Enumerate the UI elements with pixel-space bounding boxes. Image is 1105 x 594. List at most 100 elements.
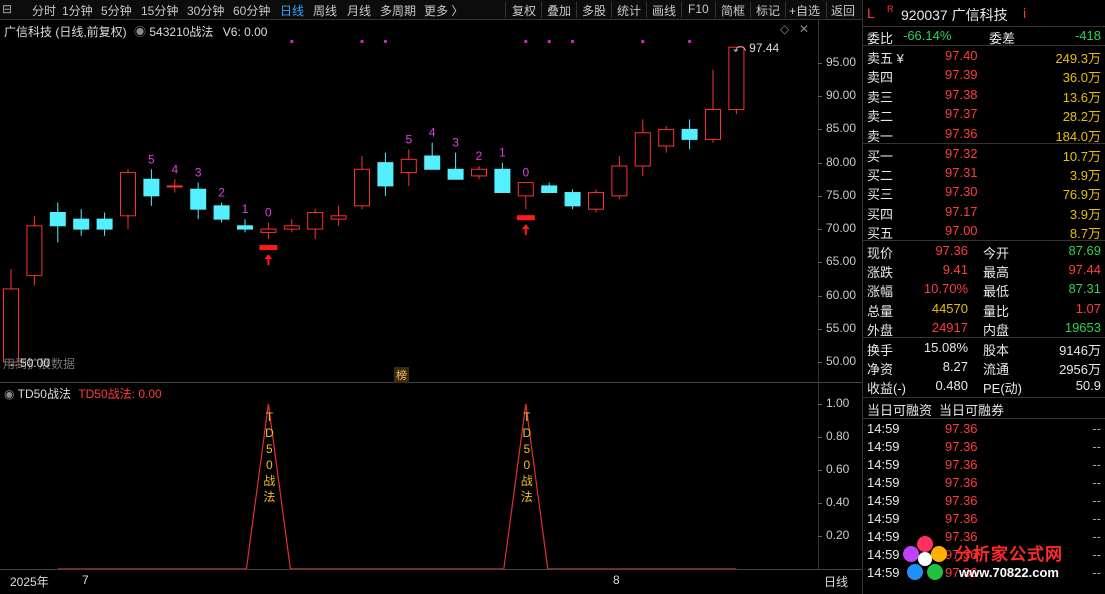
top-marker-dot	[383, 40, 387, 43]
right-marker-icon[interactable]: R	[887, 4, 894, 14]
tab-more[interactable]: 更多 〉	[424, 2, 463, 19]
bid-price: 97.32	[945, 146, 978, 161]
bid-row: 买二 97.31 3.9万	[867, 164, 1101, 184]
tab-5min[interactable]: 5分钟	[101, 2, 132, 19]
indicator-icon[interactable]: ◉	[4, 387, 14, 401]
month-8-label: 8	[613, 573, 620, 587]
left-arrow-icon[interactable]: L	[867, 5, 875, 21]
td-count-label: 0	[522, 166, 529, 180]
tick-mark	[818, 96, 822, 98]
panel-toggle-icon[interactable]: ⊟	[2, 2, 12, 16]
tick-mark	[818, 470, 822, 471]
ask-label: 卖二	[867, 109, 894, 125]
stat-value: 8.27	[942, 359, 968, 375]
stat-label: 换手	[867, 343, 894, 358]
rank-badge[interactable]: 榜	[394, 367, 409, 383]
multi-stock-button[interactable]: 多股	[582, 2, 606, 19]
td-count-label: 3	[452, 136, 459, 150]
mark-button[interactable]: 标记	[756, 2, 780, 19]
tab-1min[interactable]: 1分钟	[62, 2, 93, 19]
candle-body	[705, 108, 721, 140]
tick-mark	[818, 536, 822, 537]
tick-volume: --	[1092, 457, 1101, 472]
stat-value: 2956万	[1059, 362, 1101, 378]
stat-value: 0.480	[935, 378, 968, 394]
info-icon[interactable]: i	[1023, 5, 1026, 21]
bid-label: 买二	[867, 168, 894, 184]
quote-row: 涨跌 9.41 最高 97.44	[867, 261, 1101, 280]
td-count-label: 4	[171, 162, 178, 176]
tick-volume: --	[1092, 511, 1101, 526]
f10-button[interactable]: F10	[688, 2, 709, 16]
tab-60min[interactable]: 60分钟	[233, 2, 270, 19]
tab-fenshi[interactable]: 分时	[32, 2, 56, 19]
ask-label: 卖四	[867, 70, 894, 86]
buy-signal-bar	[259, 245, 278, 251]
td50-peak-text: 法	[263, 490, 275, 504]
quote-value: 10.70%	[923, 281, 968, 297]
tick-time: 14:59	[867, 439, 900, 454]
indicator-tick: 0.20	[826, 528, 850, 542]
td50-peak-text: 战	[263, 474, 275, 488]
ask-price: 97.37	[945, 106, 978, 122]
low-price-label: ←50.00	[8, 356, 51, 370]
ask-volume: 13.6万	[1062, 89, 1101, 105]
candlestick-chart[interactable]: 54 321 05 432 10TD50战法TD50战法	[0, 20, 818, 570]
td50-peak-text: 战	[521, 474, 533, 488]
tick-price: 97.36	[945, 511, 978, 526]
add-watchlist-button[interactable]: +自选	[789, 2, 820, 19]
price-tick: 85.00	[826, 121, 857, 136]
buy-signal-bar	[516, 215, 535, 221]
td-count-label: 5	[405, 132, 412, 146]
overlay-button[interactable]: 叠加	[547, 2, 571, 19]
quote-row: 外盘 24917 内盘 19653	[867, 319, 1101, 338]
candle-body	[634, 132, 651, 167]
back-button[interactable]: 返回	[831, 2, 855, 19]
candle-body	[3, 288, 19, 363]
td-count-label: 1	[499, 146, 506, 160]
indicator-title: ◉ TD50战法 TD50战法: 0.00	[4, 385, 162, 402]
top-marker-dot	[571, 40, 575, 43]
draw-line-button[interactable]: 画线	[652, 2, 676, 19]
tab-30min[interactable]: 30分钟	[187, 2, 224, 19]
stat-value: 15.08%	[923, 340, 968, 355]
bid-row: 买五 97.00 8.7万	[867, 222, 1101, 241]
tick-mark	[818, 503, 822, 504]
tick-mark	[818, 195, 822, 197]
td50-peak-text: 法	[521, 490, 533, 504]
bid-volume: 3.9万	[1069, 206, 1101, 222]
tab-monthly[interactable]: 月线	[347, 2, 371, 19]
tick-time: 14:59	[867, 565, 900, 580]
indicator-name[interactable]: TD50战法	[18, 387, 71, 401]
fuquan-button[interactable]: 复权	[512, 2, 536, 19]
quote-value: 87.31	[1068, 281, 1101, 297]
top-marker-dot	[524, 40, 528, 43]
tick-price: 97.36	[945, 475, 978, 490]
tick-time: 14:59	[867, 547, 900, 562]
price-tick: 80.00	[826, 154, 857, 169]
td50-peak-text: T	[523, 410, 531, 424]
tick-mark	[818, 437, 822, 438]
tab-daily[interactable]: 日线	[280, 2, 304, 19]
tab-15min[interactable]: 15分钟	[141, 2, 178, 19]
tick-time: 14:59	[867, 457, 900, 472]
td50-peak-text: D	[522, 426, 531, 440]
period-toolbar: ⊟ 分时 1分钟 5分钟 15分钟 30分钟 60分钟 日线 周线 月线 多周期…	[0, 0, 862, 20]
indicator-tick: 0.40	[826, 495, 850, 509]
candle-body	[143, 178, 160, 197]
tab-multi-period[interactable]: 多周期	[380, 2, 416, 19]
tick-mark	[818, 295, 822, 297]
ask-row: 卖三 97.38 13.6万	[867, 86, 1101, 105]
candle-body	[658, 128, 675, 147]
quote-label: 涨幅	[867, 284, 894, 300]
stats-row: 收益(-) 0.480 PE(动) 50.9	[867, 377, 1101, 396]
candle-body	[49, 211, 66, 227]
ask-label: 卖一	[867, 128, 894, 144]
quote-value: 97.36	[935, 243, 968, 258]
tab-weekly[interactable]: 周线	[313, 2, 337, 19]
pane-divider[interactable]	[0, 382, 862, 383]
simple-frame-button[interactable]: 简框	[721, 2, 745, 19]
candle-body	[213, 205, 230, 220]
statistics-button[interactable]: 统计	[617, 2, 641, 19]
indicator-tick: 1.00	[826, 396, 850, 410]
